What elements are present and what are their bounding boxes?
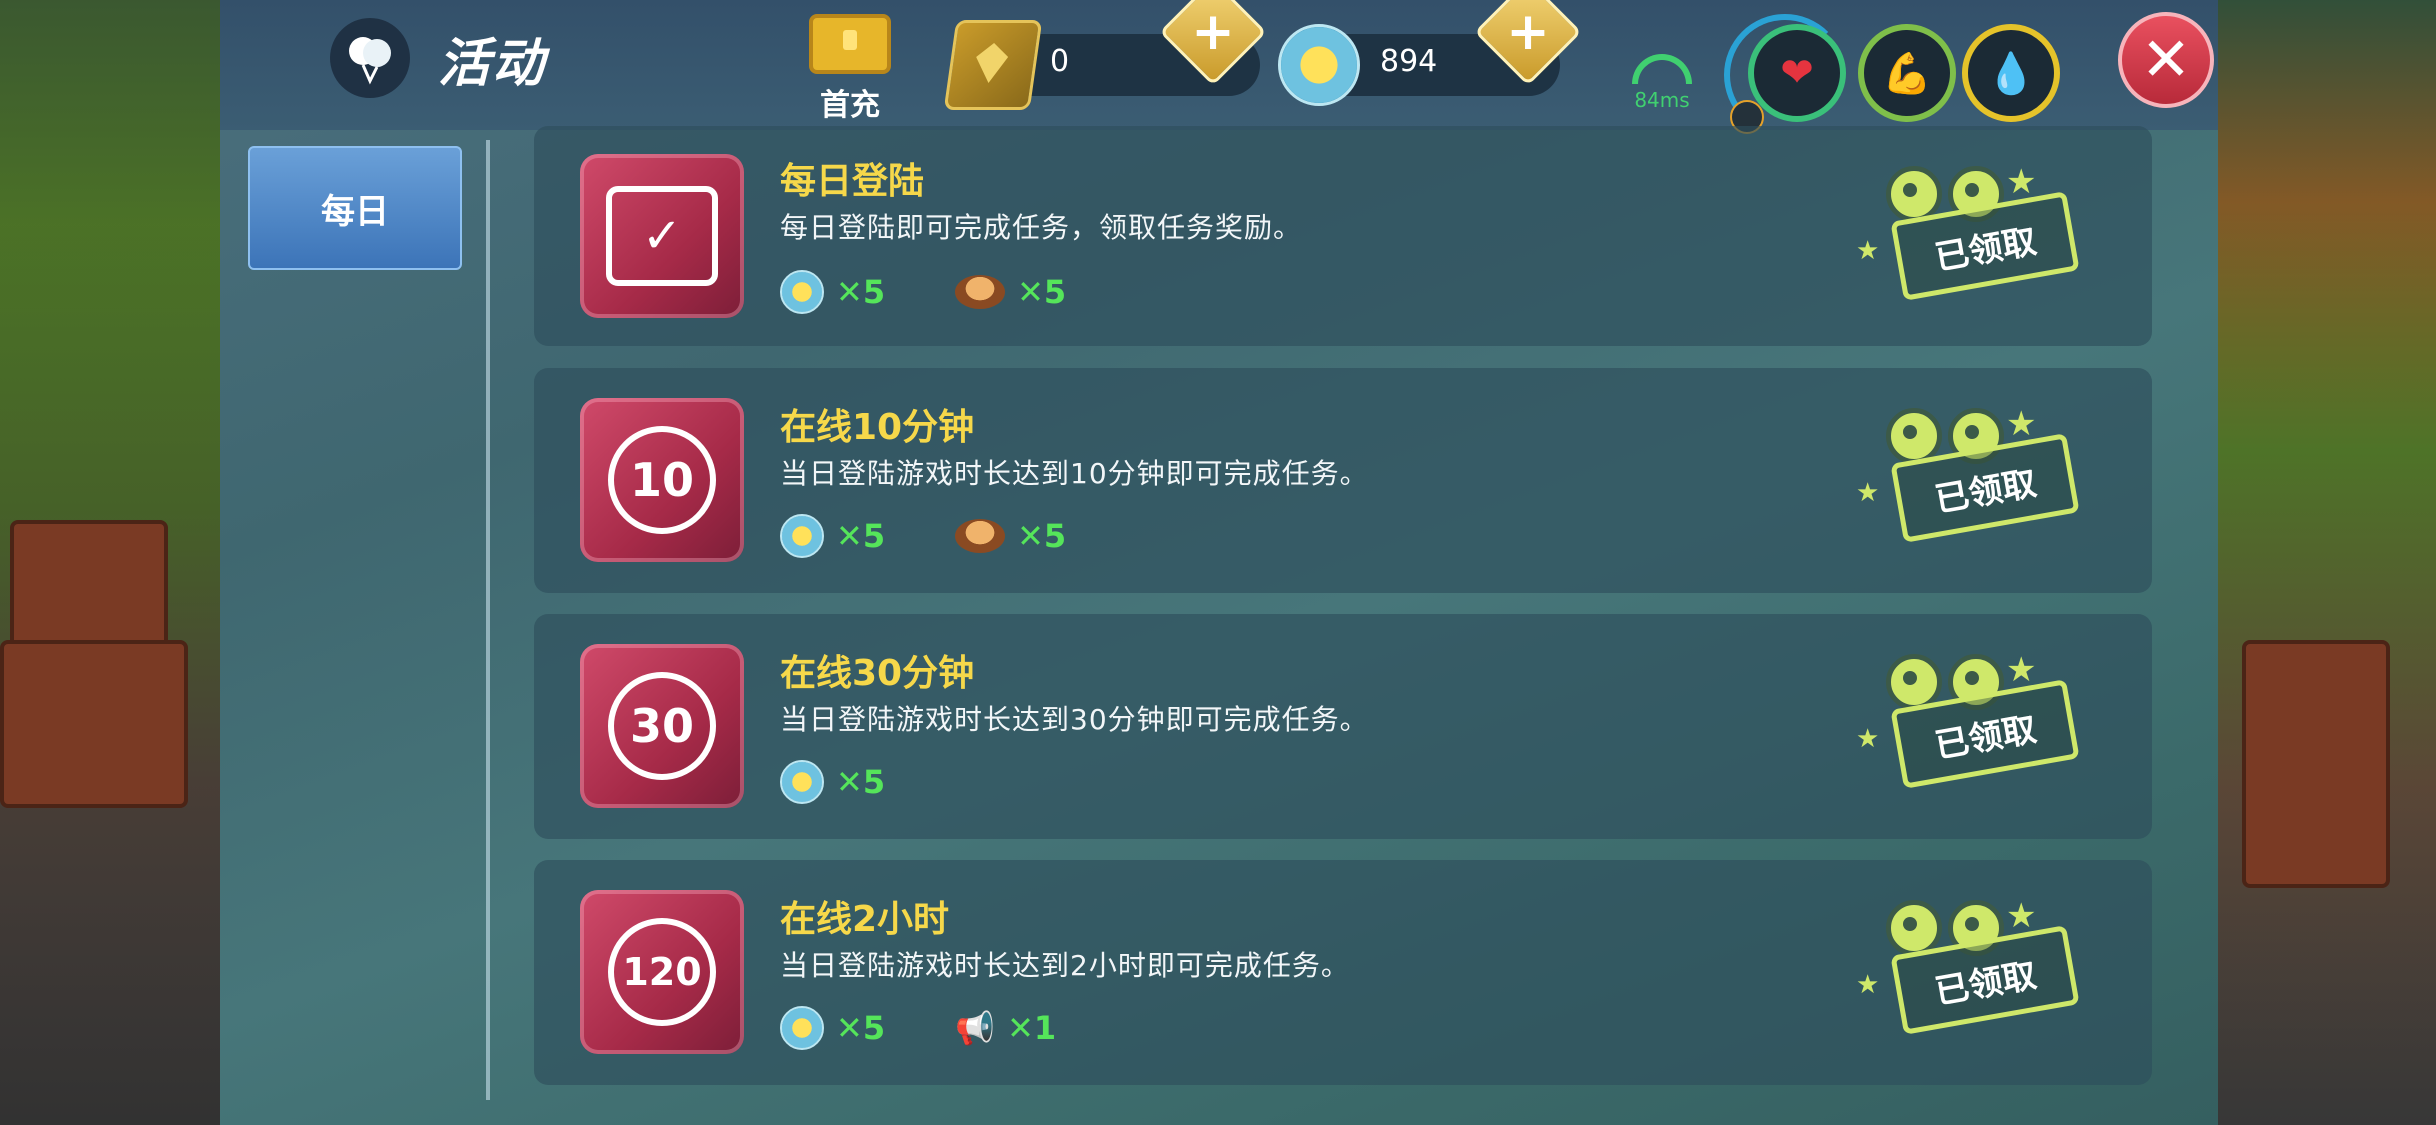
arm-icon: 💪 (1882, 50, 1932, 97)
heart-icon: ❤ (1780, 50, 1814, 96)
reward-count: ✕5 (836, 763, 886, 801)
task-description: 每日登陆即可完成任务，领取任务奖励。 (780, 211, 1303, 244)
reward-item: ✕5 (780, 514, 885, 558)
ping-value: 84ms (1634, 88, 1690, 112)
treasure-chest-icon (809, 14, 891, 74)
task-title: 在线30分钟 (780, 653, 975, 694)
wooden-crate (0, 640, 188, 808)
gem-icon (943, 20, 1043, 110)
alarm-clock-icon: 30 (608, 672, 716, 780)
task-card: 120 在线2小时 当日登陆游戏时长达到2小时即可完成任务。 ✕5 📢 ✕1 ★… (534, 860, 2152, 1085)
hunger-stat[interactable]: 💪 (1858, 24, 1956, 122)
task-rewards: ✕5 ✕5 (780, 514, 1136, 558)
sun-count: 894 (1380, 44, 1438, 79)
thirst-stat[interactable]: 💧 (1962, 24, 2060, 122)
task-description: 当日登陆游戏时长达到30分钟即可完成任务。 (780, 703, 1369, 736)
sun-coin-icon (780, 514, 824, 558)
claimed-stamp: ★ ★ 已领取 (1856, 162, 2080, 301)
plus-icon: + (1506, 1, 1550, 63)
game-world-left (0, 0, 222, 1125)
task-title: 在线10分钟 (780, 407, 975, 448)
task-card: ✓ 每日登陆 每日登陆即可完成任务，领取任务奖励。 ✕5 ✕5 ★ ★ 已领取 (534, 126, 2152, 346)
panel-header: 活动 (330, 18, 546, 98)
reward-item: ✕5 (955, 517, 1066, 555)
reward-count: ✕5 (836, 273, 886, 311)
reward-count: ✕1 (1007, 1009, 1057, 1047)
reward-count: ✕5 (836, 1009, 886, 1047)
sun-coin-icon (780, 760, 824, 804)
reward-count: ✕5 (1017, 517, 1067, 555)
task-rewards: ✕5 (780, 760, 955, 804)
task-title: 每日登陆 (780, 161, 925, 202)
reward-item: 📢 ✕1 (955, 1008, 1056, 1048)
balloons-icon (330, 18, 410, 98)
network-ping: 84ms (1622, 54, 1702, 112)
reward-count: ✕5 (1017, 273, 1067, 311)
food-plate-icon (955, 275, 1006, 309)
claimed-stamp: ★ ★ 已领取 (1856, 896, 2080, 1035)
food-plate-icon (955, 519, 1006, 553)
wifi-signal-icon (1632, 54, 1692, 84)
claimed-stamp: ★ ★ 已领取 (1856, 404, 2080, 543)
task-card: 10 在线10分钟 当日登陆游戏时长达到10分钟即可完成任务。 ✕5 ✕5 ★ … (534, 368, 2152, 593)
sun-coin-icon (780, 1006, 824, 1050)
task-icon: 30 (580, 644, 744, 808)
reward-item: ✕5 (955, 273, 1066, 311)
sun-coin-icon (1278, 24, 1360, 106)
alarm-clock-icon: 10 (608, 426, 716, 534)
claimed-stamp: ★ ★ 已领取 (1856, 650, 2080, 789)
reward-item: ✕5 (780, 760, 885, 804)
alarm-clock-icon: 120 (608, 918, 716, 1026)
task-rewards: ✕5 ✕5 (780, 270, 1136, 314)
tab-daily[interactable]: 每日 (248, 146, 462, 270)
megaphone-icon: 📢 (955, 1009, 995, 1047)
task-icon: ✓ (580, 154, 744, 318)
sun-coin-icon (780, 270, 824, 314)
close-icon: ✕ (2140, 25, 2192, 95)
game-world-right (2214, 0, 2436, 1125)
page-title: 活动 (438, 33, 547, 94)
gem-count: 0 (1050, 44, 1070, 79)
task-title: 在线2小时 (780, 899, 950, 940)
sidebar-divider (486, 140, 490, 1100)
wooden-crate (2242, 640, 2390, 888)
reward-count: ✕5 (836, 517, 886, 555)
calendar-check-icon: ✓ (606, 186, 718, 286)
task-description: 当日登陆游戏时长达到2小时即可完成任务。 (780, 949, 1350, 982)
first-charge-button[interactable]: 首充 (808, 14, 892, 124)
first-charge-label: 首充 (820, 88, 880, 123)
task-rewards: ✕5 📢 ✕1 (780, 1006, 1126, 1050)
task-card: 30 在线30分钟 当日登陆游戏时长达到30分钟即可完成任务。 ✕5 ★ ★ 已… (534, 614, 2152, 839)
task-icon: 120 (580, 890, 744, 1054)
water-drop-icon: 💧 (1986, 50, 2036, 97)
close-button[interactable]: ✕ (2118, 12, 2214, 108)
task-icon: 10 (580, 398, 744, 562)
health-stat[interactable]: ❤ (1748, 24, 1846, 122)
reward-item: ✕5 (780, 1006, 885, 1050)
plus-icon: + (1191, 1, 1235, 63)
reward-item: ✕5 (780, 270, 885, 314)
task-description: 当日登陆游戏时长达到10分钟即可完成任务。 (780, 457, 1369, 490)
